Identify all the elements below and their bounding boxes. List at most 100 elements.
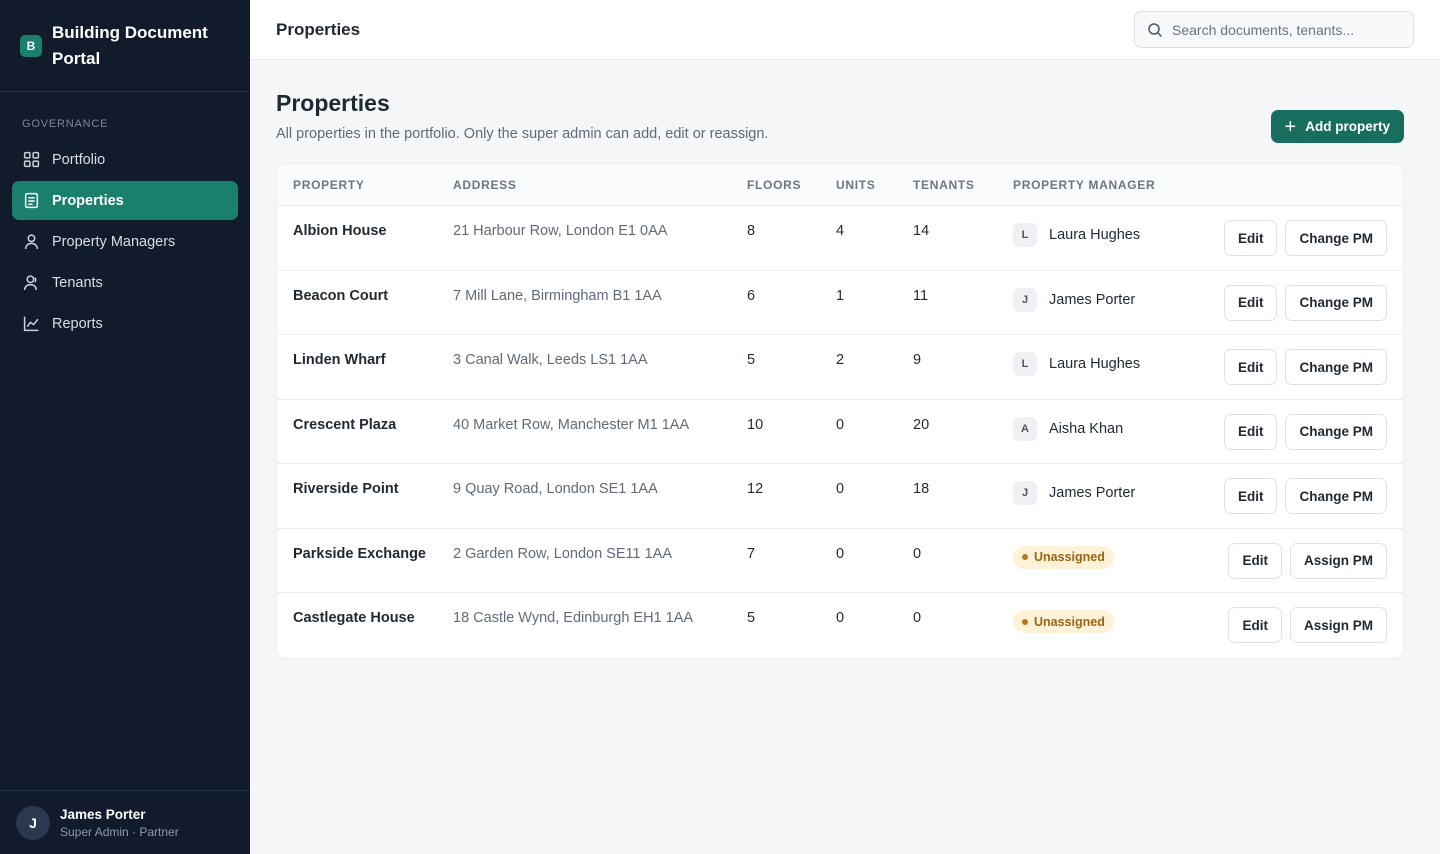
property-address: 9 Quay Road, London SE1 1AA [453, 481, 658, 497]
edit-button[interactable]: Edit [1223, 220, 1278, 256]
edit-button[interactable]: Edit [1223, 284, 1278, 321]
row-actions: Edit Assign PM [1220, 542, 1387, 579]
sidebar-item-property-managers[interactable]: Property Managers [12, 222, 238, 261]
pm-avatar: A [1013, 416, 1037, 441]
avatar: J [16, 805, 50, 840]
status-dot-icon [1022, 618, 1028, 625]
property-name[interactable]: Beacon Court [277, 271, 453, 304]
user-icon [23, 233, 40, 250]
pm-name: Laura Hughes [1049, 227, 1141, 243]
units-count: 4 [836, 223, 845, 239]
brand-logo: B [20, 34, 42, 57]
property-manager: J James Porter [1013, 464, 1213, 505]
brand: B Building Document Portal [0, 0, 250, 92]
topbar: Properties [250, 0, 1440, 60]
property-manager: L Laura Hughes [1013, 335, 1213, 376]
table-row[interactable]: Castlegate House 18 Castle Wynd, Edinbur… [277, 593, 1403, 658]
pm-avatar: J [1013, 481, 1037, 505]
units-count: 1 [836, 287, 845, 304]
page-title: Properties [276, 90, 390, 116]
property-name[interactable]: Albion House [277, 206, 453, 239]
header-floors[interactable]: FLOORS [747, 178, 836, 192]
property-address: 2 Garden Row, London SE11 1AA [453, 545, 672, 562]
properties-table: PROPERTY ADDRESS FLOORS UNITS TENANTS PR… [276, 163, 1404, 659]
row-actions: Edit Change PM [1216, 220, 1387, 256]
plus-icon: + [1284, 115, 1297, 138]
units-count: 0 [836, 610, 845, 626]
edit-button[interactable]: Edit [1223, 478, 1278, 514]
tenants-count: 9 [913, 352, 922, 368]
unassigned-badge: Unassigned [1013, 545, 1114, 569]
header-property[interactable]: PROPERTY [277, 178, 453, 192]
assign-pm-button[interactable]: Assign PM [1289, 542, 1387, 579]
edit-button[interactable]: Edit [1228, 607, 1282, 643]
pm-avatar: J [1013, 287, 1037, 312]
add-property-label: Add property [1305, 119, 1390, 134]
header-property-manager[interactable]: PROPERTY MANAGER [1013, 178, 1213, 192]
brand-title: Building Document Portal [52, 22, 208, 68]
edit-button[interactable]: Edit [1228, 542, 1282, 579]
change-pm-button[interactable]: Change PM [1285, 413, 1387, 450]
sidebar-item-label: Tenants [52, 274, 103, 291]
sidebar: B Building Document Portal GOVERNANCE Po… [0, 0, 250, 854]
table-row[interactable]: Crescent Plaza 40 Market Row, Manchester… [277, 400, 1403, 464]
topbar-title: Properties [276, 19, 361, 39]
edit-button[interactable]: Edit [1223, 349, 1278, 385]
table-row[interactable]: Riverside Point 9 Quay Road, London SE1 … [277, 464, 1403, 529]
table-row[interactable]: Albion House 21 Harbour Row, London E1 0… [277, 206, 1403, 271]
pm-name: James Porter [1049, 485, 1136, 501]
property-name[interactable]: Castlegate House [277, 593, 453, 626]
search-box[interactable] [1134, 11, 1414, 48]
change-pm-button[interactable]: Change PM [1285, 349, 1387, 385]
pm-name: James Porter [1049, 291, 1136, 308]
property-name[interactable]: Linden Wharf [277, 335, 453, 368]
pm-name: Aisha Khan [1049, 420, 1124, 437]
floors-count: 10 [747, 416, 764, 433]
change-pm-button[interactable]: Change PM [1285, 284, 1387, 321]
document-icon [23, 192, 40, 209]
pm-avatar: L [1013, 352, 1037, 376]
section-label-governance: GOVERNANCE [22, 118, 109, 130]
row-actions: Edit Assign PM [1220, 607, 1387, 643]
change-pm-button[interactable]: Change PM [1285, 478, 1387, 514]
sidebar-item-label: Properties [52, 192, 124, 209]
row-actions: Edit Change PM [1216, 284, 1387, 321]
add-property-button[interactable]: + Add property [1270, 110, 1404, 143]
sidebar-item-reports[interactable]: Reports [12, 304, 238, 343]
chart-icon [23, 315, 40, 332]
table-row[interactable]: Beacon Court 7 Mill Lane, Birmingham B1 … [277, 271, 1403, 335]
property-name[interactable]: Parkside Exchange [277, 529, 453, 562]
floors-count: 7 [747, 545, 756, 562]
search-icon [1148, 22, 1163, 37]
sidebar-item-label: Portfolio [52, 151, 106, 168]
units-count: 0 [836, 545, 845, 562]
sidebar-item-properties[interactable]: Properties [12, 181, 238, 220]
tenants-count: 11 [913, 287, 929, 304]
row-actions: Edit Change PM [1216, 349, 1387, 385]
property-name[interactable]: Riverside Point [277, 464, 453, 497]
property-address: 3 Canal Walk, Leeds LS1 1AA [453, 352, 648, 368]
floors-count: 5 [747, 352, 756, 368]
table-row[interactable]: Linden Wharf 3 Canal Walk, Leeds LS1 1AA… [277, 335, 1403, 400]
search-input[interactable] [1172, 21, 1402, 38]
main-content: Properties All properties in the portfol… [276, 60, 1404, 659]
pm-avatar: L [1013, 223, 1037, 247]
property-manager: Unassigned [1013, 593, 1213, 633]
sidebar-item-portfolio[interactable]: Portfolio [12, 140, 238, 179]
property-name[interactable]: Crescent Plaza [277, 400, 453, 433]
status-dot-icon [1022, 554, 1028, 560]
change-pm-button[interactable]: Change PM [1285, 220, 1387, 256]
sidebar-item-tenants[interactable]: Tenants [12, 263, 238, 302]
assign-pm-button[interactable]: Assign PM [1289, 607, 1387, 643]
edit-button[interactable]: Edit [1223, 413, 1278, 450]
grid-icon [23, 151, 40, 168]
table-row[interactable]: Parkside Exchange 2 Garden Row, London S… [277, 529, 1403, 593]
tenants-count: 14 [913, 223, 930, 239]
unassigned-badge: Unassigned [1013, 610, 1114, 633]
table-header: PROPERTY ADDRESS FLOORS UNITS TENANTS PR… [277, 164, 1403, 206]
header-tenants[interactable]: TENANTS [913, 178, 1013, 192]
header-address[interactable]: ADDRESS [453, 178, 747, 192]
current-user[interactable]: J James Porter Super Admin · Partner [0, 790, 250, 854]
property-manager: Unassigned [1013, 529, 1213, 569]
header-units[interactable]: UNITS [836, 178, 913, 192]
